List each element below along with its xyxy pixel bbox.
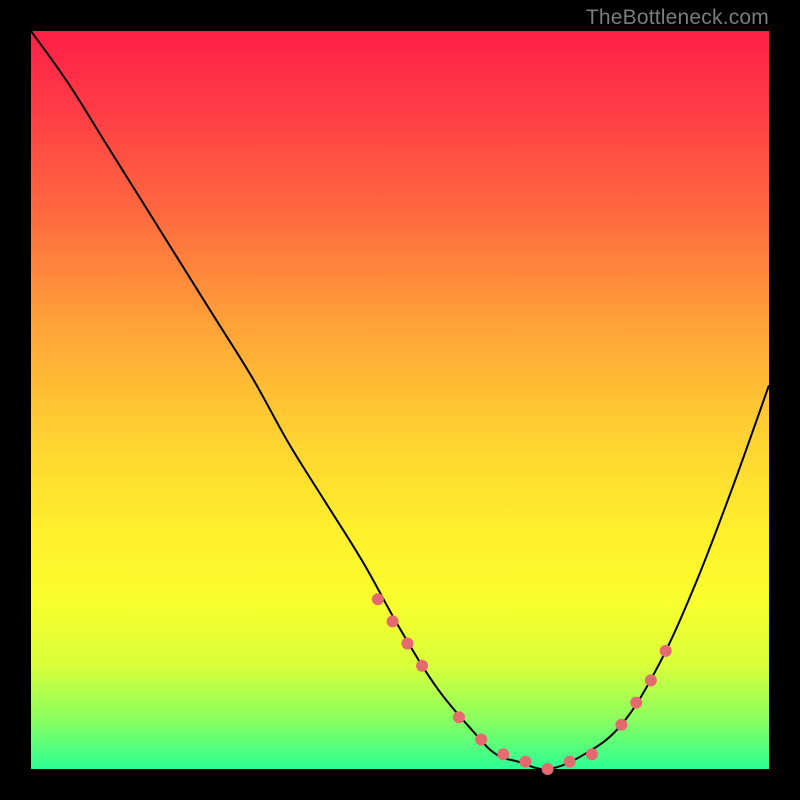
highlight-point [630, 697, 642, 709]
highlight-point [520, 756, 532, 768]
highlight-point [586, 748, 598, 760]
highlight-point [564, 756, 576, 768]
chart-overlay [31, 31, 769, 769]
highlight-point [645, 674, 657, 686]
highlight-point [453, 711, 465, 723]
highlight-point [416, 660, 428, 672]
highlight-point [387, 615, 399, 627]
highlight-point [615, 719, 627, 731]
highlight-point [542, 763, 554, 775]
highlight-point [475, 734, 487, 746]
highlight-points [372, 593, 672, 775]
highlight-point [497, 748, 509, 760]
watermark-text: TheBottleneck.com [586, 6, 769, 30]
highlight-point [372, 593, 384, 605]
highlight-point [660, 645, 672, 657]
chart-stage: TheBottleneck.com [0, 0, 800, 800]
bottleneck-curve [31, 31, 769, 769]
highlight-point [401, 638, 413, 650]
